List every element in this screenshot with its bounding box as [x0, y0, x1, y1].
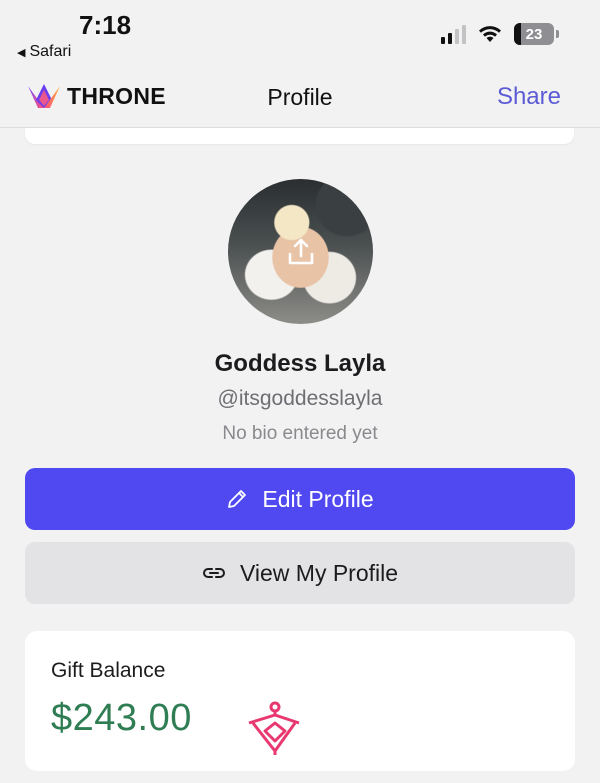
view-profile-label: View My Profile: [239, 559, 399, 586]
signal-icon: [441, 24, 466, 44]
gift-bow-icon: [248, 701, 300, 755]
battery-icon: 23: [514, 23, 559, 45]
status-time: 7:18: [79, 10, 132, 40]
battery-level: 23: [525, 25, 543, 43]
upload-icon[interactable]: [285, 236, 317, 268]
display-name: Goddess Layla: [214, 350, 386, 377]
bio-text: No bio entered yet: [222, 423, 378, 444]
gift-balance-amount: $243.00: [51, 697, 192, 739]
pencil-icon: [228, 490, 247, 508]
gift-balance-label: Gift Balance: [51, 659, 166, 682]
top-card-edge: [25, 128, 574, 144]
throne-logo-icon: [28, 84, 60, 108]
username: @itsgoddesslayla: [217, 387, 383, 410]
status-bar: 7:18 ◀ Safari 23: [0, 0, 600, 70]
brand-logo[interactable]: THRONE: [27, 82, 166, 110]
app-header: THRONE Profile Share: [0, 70, 600, 128]
back-to-app-link[interactable]: ◀ Safari: [17, 43, 71, 61]
avatar[interactable]: [228, 179, 373, 324]
edit-profile-label: Edit Profile: [262, 485, 374, 512]
back-app-label: Safari: [29, 43, 72, 60]
edit-profile-button[interactable]: Edit Profile: [25, 468, 575, 530]
gift-balance-card[interactable]: Gift Balance $243.00: [25, 631, 575, 771]
view-profile-button[interactable]: View My Profile: [25, 542, 575, 604]
share-button[interactable]: Share: [497, 83, 561, 111]
brand-name: THRONE: [67, 82, 166, 109]
chevron-back-icon: ◀: [17, 46, 26, 59]
status-icons: 23: [441, 23, 559, 45]
wifi-icon: [479, 26, 501, 42]
link-icon: [202, 568, 225, 578]
